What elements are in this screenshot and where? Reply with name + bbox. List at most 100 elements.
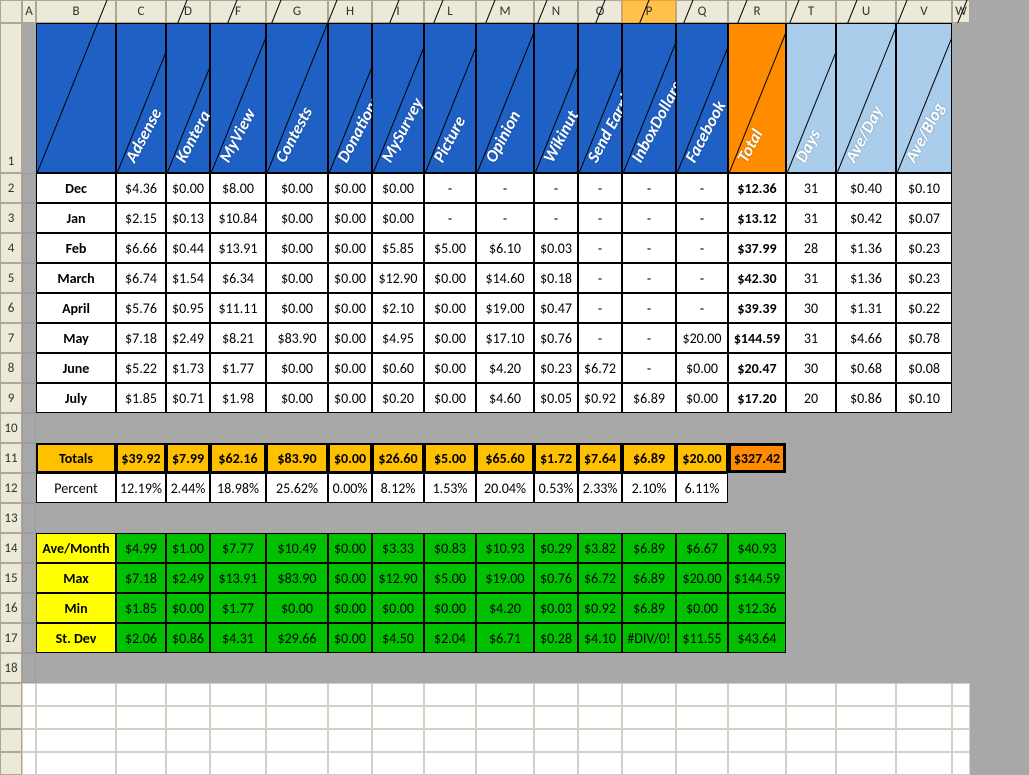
data-cell[interactable]: $0.00 — [328, 233, 372, 263]
row-header-4[interactable]: 4 — [0, 233, 22, 263]
data-cell[interactable]: - — [476, 173, 534, 203]
data-cell[interactable]: - — [676, 233, 728, 263]
data-cell[interactable]: $0.00 — [266, 263, 328, 293]
data-cell[interactable]: $4.66 — [836, 323, 896, 353]
percent-cell[interactable]: 6.11% — [676, 473, 728, 503]
stat-cell[interactable]: $6.89 — [622, 593, 676, 623]
stat-cell[interactable]: $6.72 — [578, 563, 622, 593]
blank-cell[interactable] — [534, 752, 578, 775]
data-cell[interactable]: $6.10 — [476, 233, 534, 263]
data-cell[interactable]: - — [676, 173, 728, 203]
data-cell[interactable]: $19.00 — [476, 293, 534, 323]
blank-cell[interactable] — [328, 706, 372, 729]
data-cell[interactable]: $0.78 — [896, 323, 952, 353]
blank-cell[interactable] — [534, 706, 578, 729]
data-cell[interactable]: $12.36 — [728, 173, 786, 203]
stat-cell[interactable]: $19.00 — [476, 563, 534, 593]
data-cell[interactable]: $0.18 — [534, 263, 578, 293]
cell-A9[interactable] — [22, 383, 36, 413]
blank-cell[interactable] — [534, 729, 578, 752]
col-header-L[interactable]: L — [424, 0, 476, 23]
cell-A10[interactable] — [22, 413, 36, 443]
data-cell[interactable]: $0.00 — [328, 353, 372, 383]
data-cell[interactable]: $1.73 — [166, 353, 210, 383]
data-cell[interactable]: $39.39 — [728, 293, 786, 323]
row-header-12[interactable]: 12 — [0, 473, 22, 503]
data-cell[interactable]: $0.00 — [266, 293, 328, 323]
data-cell[interactable]: $0.03 — [534, 233, 578, 263]
row-header-9[interactable]: 9 — [0, 383, 22, 413]
data-cell[interactable]: $0.00 — [328, 383, 372, 413]
data-cell[interactable]: $0.00 — [372, 173, 424, 203]
blank-cell[interactable] — [676, 729, 728, 752]
blank-cell[interactable] — [836, 683, 896, 706]
stat-cell[interactable]: $4.20 — [476, 593, 534, 623]
cell-A18[interactable] — [22, 653, 36, 683]
row-header-blank[interactable] — [0, 683, 22, 706]
data-cell[interactable]: $0.22 — [896, 293, 952, 323]
data-cell[interactable]: $0.00 — [328, 173, 372, 203]
month-June[interactable]: June — [36, 353, 116, 383]
data-cell[interactable]: $0.23 — [534, 353, 578, 383]
blank-cell[interactable] — [424, 729, 476, 752]
stat-cell[interactable]: $4.99 — [116, 533, 166, 563]
percent-cell[interactable]: 18.98% — [210, 473, 266, 503]
totals-cell[interactable]: $327.42 — [728, 443, 786, 473]
data-cell[interactable]: 28 — [786, 233, 836, 263]
data-cell[interactable]: $13.91 — [210, 233, 266, 263]
data-cell[interactable]: $20.47 — [728, 353, 786, 383]
month-March[interactable]: March — [36, 263, 116, 293]
stat-cell[interactable]: $0.29 — [534, 533, 578, 563]
data-cell[interactable]: - — [622, 233, 676, 263]
month-April[interactable]: April — [36, 293, 116, 323]
month-Feb[interactable]: Feb — [36, 233, 116, 263]
data-cell[interactable]: $0.47 — [534, 293, 578, 323]
stat-cell[interactable]: $0.00 — [166, 593, 210, 623]
blank-cell[interactable] — [578, 752, 622, 775]
data-cell[interactable]: - — [676, 293, 728, 323]
stat-cell[interactable]: $0.00 — [328, 533, 372, 563]
blank-cell[interactable] — [424, 683, 476, 706]
stat-cell[interactable]: $40.93 — [728, 533, 786, 563]
data-cell[interactable]: $0.00 — [424, 263, 476, 293]
data-cell[interactable]: $0.00 — [676, 383, 728, 413]
data-cell[interactable]: $4.95 — [372, 323, 424, 353]
totals-cell[interactable]: $65.60 — [476, 443, 534, 473]
percent-cell[interactable]: 2.33% — [578, 473, 622, 503]
cell-A17[interactable] — [22, 623, 36, 653]
data-cell[interactable]: 31 — [786, 173, 836, 203]
data-cell[interactable]: $1.36 — [836, 233, 896, 263]
stat-cell[interactable]: $13.91 — [210, 563, 266, 593]
data-cell[interactable]: - — [578, 263, 622, 293]
cell-A5[interactable] — [22, 263, 36, 293]
cell-A16[interactable] — [22, 593, 36, 623]
row-header-2[interactable]: 2 — [0, 173, 22, 203]
blank-cell[interactable] — [22, 729, 36, 752]
stat-cell[interactable]: $6.89 — [622, 533, 676, 563]
data-cell[interactable]: $0.00 — [328, 293, 372, 323]
blank-cell[interactable] — [266, 683, 328, 706]
data-cell[interactable]: $0.00 — [424, 383, 476, 413]
data-cell[interactable]: $20.00 — [676, 323, 728, 353]
data-cell[interactable]: $7.18 — [116, 323, 166, 353]
stat-cell[interactable]: $0.76 — [534, 563, 578, 593]
data-cell[interactable]: $14.60 — [476, 263, 534, 293]
data-cell[interactable]: $17.10 — [476, 323, 534, 353]
spreadsheet[interactable]: ABCDFGHILMNOPQRTUVW1AdsenseKonteraMyView… — [0, 0, 1029, 775]
data-cell[interactable]: $0.71 — [166, 383, 210, 413]
blank-cell[interactable] — [534, 683, 578, 706]
data-cell[interactable]: - — [578, 233, 622, 263]
data-cell[interactable]: $0.00 — [328, 323, 372, 353]
blank-cell[interactable] — [622, 683, 676, 706]
data-cell[interactable]: $0.60 — [372, 353, 424, 383]
stat-cell[interactable]: $4.10 — [578, 623, 622, 653]
stat-cell[interactable]: $0.00 — [266, 593, 328, 623]
totals-cell[interactable]: $62.16 — [210, 443, 266, 473]
stat-cell[interactable]: $3.82 — [578, 533, 622, 563]
blank-cell[interactable] — [676, 752, 728, 775]
blank-cell[interactable] — [116, 729, 166, 752]
blank-cell[interactable] — [372, 706, 424, 729]
stat-cell[interactable]: $0.00 — [328, 623, 372, 653]
percent-cell[interactable]: 12.19% — [116, 473, 166, 503]
blank-cell[interactable] — [166, 706, 210, 729]
